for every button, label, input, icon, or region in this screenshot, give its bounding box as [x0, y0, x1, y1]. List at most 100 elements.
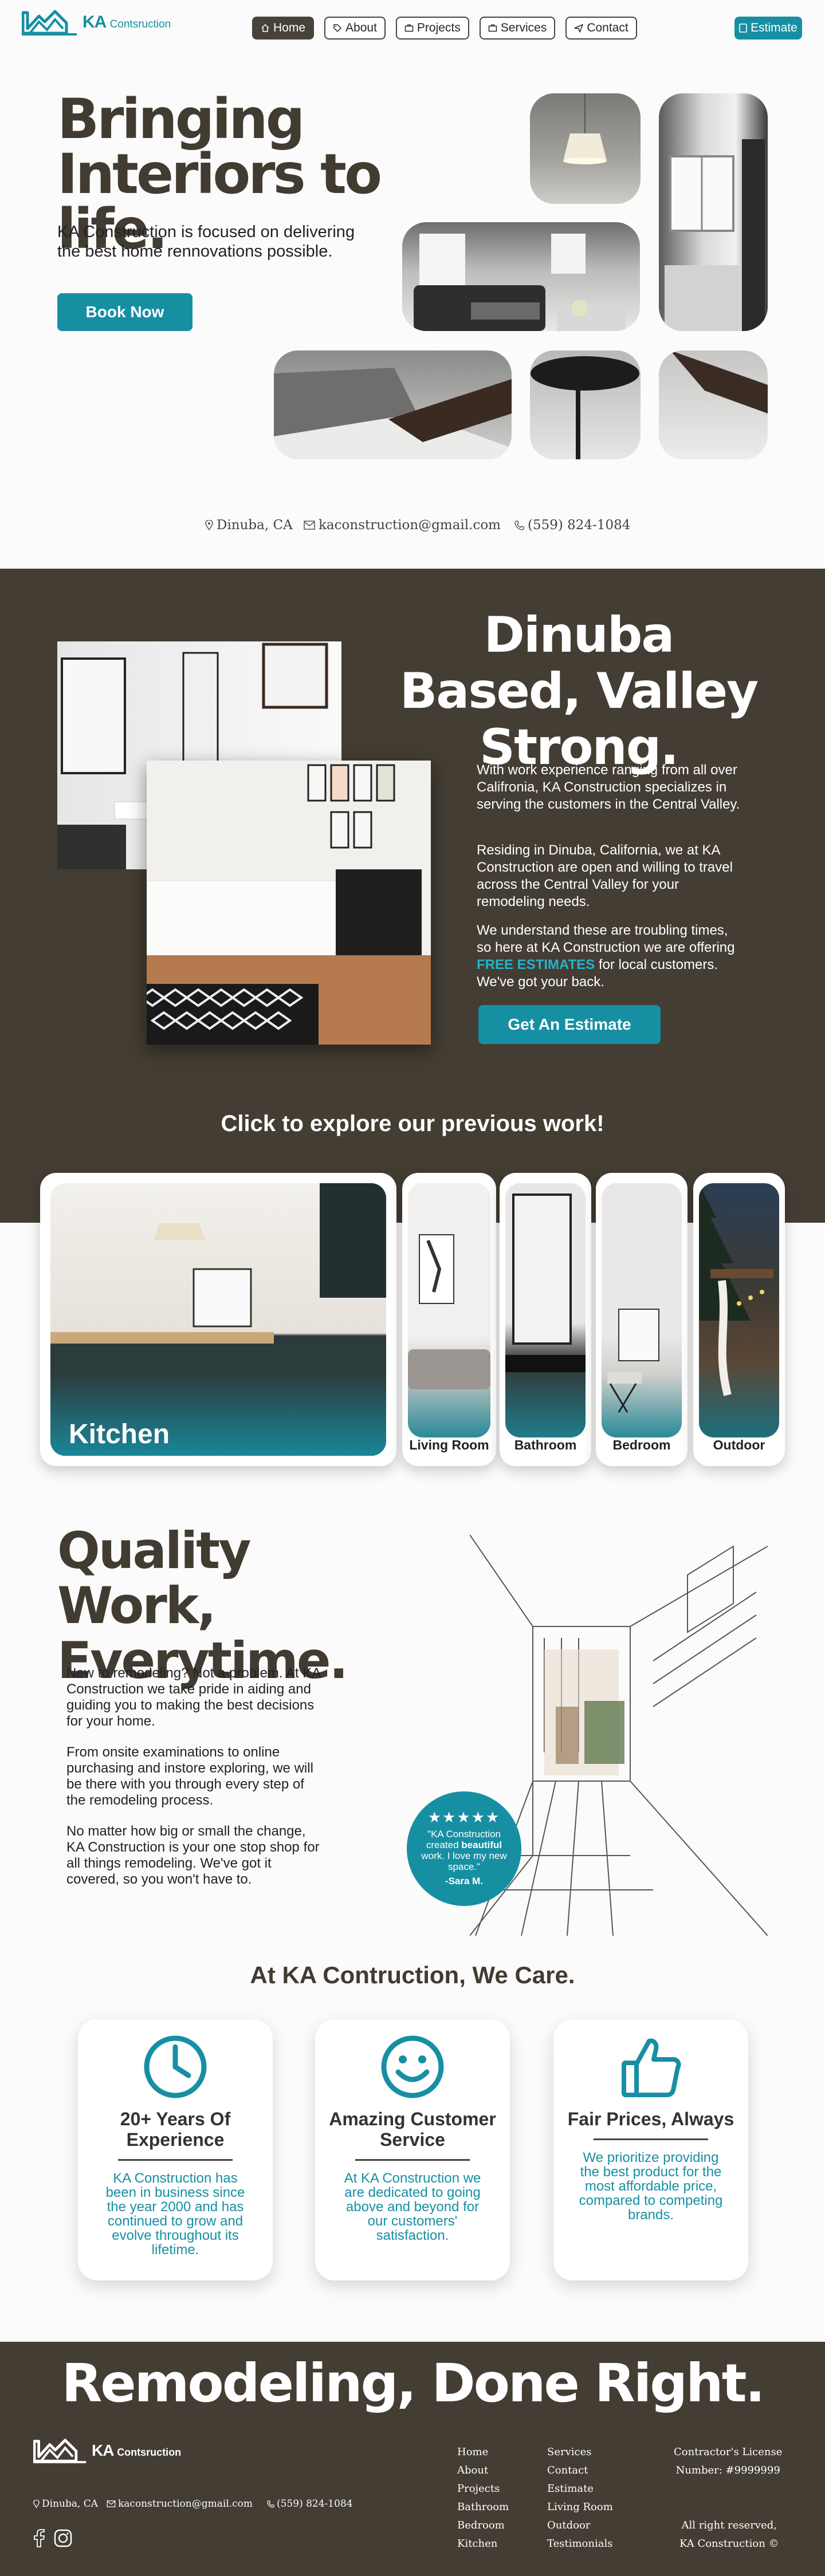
project-image-kitchen: Kitchen: [50, 1183, 386, 1456]
about-paragraph-1: With work experience ranging from all ov…: [477, 762, 740, 812]
hero-subtitle: KA Construction is focused on delivering…: [57, 223, 355, 261]
care-heading: Fair Prices, Always: [567, 2109, 734, 2129]
briefcase-icon: [488, 24, 497, 32]
project-image-outdoor: [699, 1183, 779, 1437]
hero-image-sofa: [274, 350, 512, 459]
footer-link[interactable]: Services: [547, 2443, 613, 2461]
footer-link[interactable]: Projects: [457, 2480, 509, 2498]
nav-about[interactable]: About: [324, 17, 386, 40]
phone-icon: [514, 520, 524, 530]
project-image-bedroom: [602, 1183, 682, 1437]
license-line: Contractor's License: [674, 2446, 783, 2458]
footer-social: [33, 2529, 72, 2547]
hero-image-window-room: [659, 93, 768, 331]
footer-license: Contractor's License Number: #9999999: [674, 2443, 782, 2480]
project-card-bedroom[interactable]: Bedroom: [596, 1173, 688, 1466]
logo-mark-icon: [22, 10, 77, 36]
map-pin-icon: [33, 2500, 40, 2508]
footer-link[interactable]: Outdoor: [547, 2516, 613, 2535]
thumbs-up-icon: [622, 2038, 681, 2097]
testimonial-author: -Sara M.: [445, 1876, 484, 1886]
project-bathroom-label: Bathroom: [514, 1437, 577, 1452]
project-living-room-label: Living Room: [409, 1437, 489, 1452]
project-kitchen-label: Kitchen: [69, 1419, 170, 1450]
project-card-bathroom[interactable]: Bathroom: [500, 1173, 591, 1466]
get-estimate-button[interactable]: Get An Estimate: [478, 1005, 661, 1044]
care-title: At KA Contruction, We Care.: [250, 1961, 575, 1988]
phone-icon: [267, 2500, 274, 2508]
hero-contact-email[interactable]: kaconstruction@gmail.com: [304, 518, 501, 533]
footer-link[interactable]: Bathroom: [457, 2498, 509, 2516]
smile-icon: [381, 2035, 444, 2098]
rights-line: All right reserved,: [681, 2519, 777, 2531]
quality-paragraph-3: No matter how big or small the change, K…: [66, 1823, 320, 1887]
nav-home[interactable]: Home: [252, 17, 315, 40]
document-icon: [739, 23, 747, 33]
footer-location: Dinuba, CA: [33, 2498, 98, 2510]
book-now-button[interactable]: Book Now: [57, 293, 192, 331]
footer-tagline: Remodeling, Done Right.: [61, 2353, 765, 2414]
footer-link[interactable]: Estimate: [547, 2480, 613, 2498]
logo-mark-icon: [33, 2439, 87, 2464]
footer-links-col-2: Services Contact Estimate Living Room Ou…: [547, 2443, 613, 2553]
project-image-living-room: [408, 1183, 490, 1437]
care-text: We prioritize providing the best product…: [579, 2150, 723, 2223]
home-icon: [261, 23, 269, 32]
briefcase-icon: [404, 24, 414, 32]
care-text: At KA Construction we are dedicated to g…: [344, 2171, 481, 2243]
footer-link[interactable]: Bedroom: [457, 2516, 509, 2535]
project-image-bathroom: [505, 1183, 586, 1437]
footer-logo-text: KA Contsruction: [92, 2441, 182, 2459]
footer-link[interactable]: Home: [457, 2443, 509, 2461]
license-number: Number: #9999999: [675, 2464, 780, 2476]
facebook-icon[interactable]: [33, 2529, 45, 2547]
project-card-outdoor[interactable]: Outdoor: [693, 1173, 785, 1466]
mail-icon: [304, 521, 315, 530]
clock-icon: [144, 2035, 207, 2098]
footer-email[interactable]: kaconstruction@gmail.com: [107, 2498, 253, 2510]
footer-link[interactable]: Kitchen: [457, 2535, 509, 2553]
footer-link[interactable]: Testimonials: [547, 2535, 613, 2553]
header-logo[interactable]: KA Contsruction: [22, 8, 171, 37]
main-nav: Home About Projects Services Contact: [252, 17, 637, 40]
logo-text: KA Contsruction: [82, 13, 171, 31]
footer-link[interactable]: About: [457, 2461, 509, 2480]
care-divider: [118, 2159, 233, 2161]
quality-title: Quality Work, Everytime.: [57, 1521, 348, 1690]
project-card-living-room[interactable]: Living Room: [402, 1173, 496, 1466]
rating-stars-icon: ★★★★★: [427, 1809, 501, 1826]
about-paragraph-2: Residing in Dinuba, California, we at KA…: [477, 842, 733, 909]
testimonial-badge: ★★★★★ "KA Construction created beautiful…: [407, 1791, 521, 1906]
instagram-icon[interactable]: [54, 2529, 72, 2547]
hero-image-living-room: [402, 222, 640, 331]
hero-image-pendant-lamp: [530, 93, 641, 204]
hero-image-floor: [659, 350, 768, 459]
hero-image-table: [530, 350, 641, 459]
testimonial-quote: "KA Construction created beautiful work.…: [421, 1829, 507, 1872]
copyright-line: KA Construction ©: [679, 2538, 779, 2550]
hero-contact-phone[interactable]: (559) 824-1084: [514, 518, 630, 533]
nav-projects[interactable]: Projects: [395, 17, 469, 40]
project-card-kitchen[interactable]: Kitchen: [40, 1173, 396, 1466]
care-divider: [355, 2159, 470, 2161]
care-card-service: Amazing Customer Service At KA Construct…: [315, 2019, 510, 2280]
quality-paragraph-1: New to remodeling? Not a problem. At KA …: [66, 1665, 320, 1729]
map-pin-icon: [205, 520, 213, 530]
project-outdoor-label: Outdoor: [713, 1437, 765, 1452]
nav-contact[interactable]: Contact: [565, 17, 637, 40]
footer-link[interactable]: Living Room: [547, 2498, 613, 2516]
send-icon: [574, 24, 584, 33]
footer-rights: All right reserved, KA Construction ©: [679, 2516, 779, 2553]
free-estimates-highlight: FREE ESTIMATES: [477, 957, 595, 972]
about-title: Dinuba Based, Valley Strong.: [399, 606, 759, 776]
estimate-button[interactable]: Estimate: [734, 17, 802, 40]
care-heading: Amazing Customer Service: [329, 2109, 496, 2150]
quality-paragraph-2: From onsite examinations to online purch…: [66, 1744, 313, 1808]
mail-icon: [107, 2500, 116, 2507]
about-paragraph-3: We understand these are troubling times,…: [477, 923, 735, 990]
footer-link[interactable]: Contact: [547, 2461, 613, 2480]
nav-services[interactable]: Services: [479, 17, 556, 40]
footer-phone[interactable]: (559) 824-1084: [267, 2498, 353, 2510]
project-bedroom-label: Bedroom: [612, 1437, 671, 1452]
footer-logo[interactable]: KA Contsruction: [33, 2436, 181, 2465]
